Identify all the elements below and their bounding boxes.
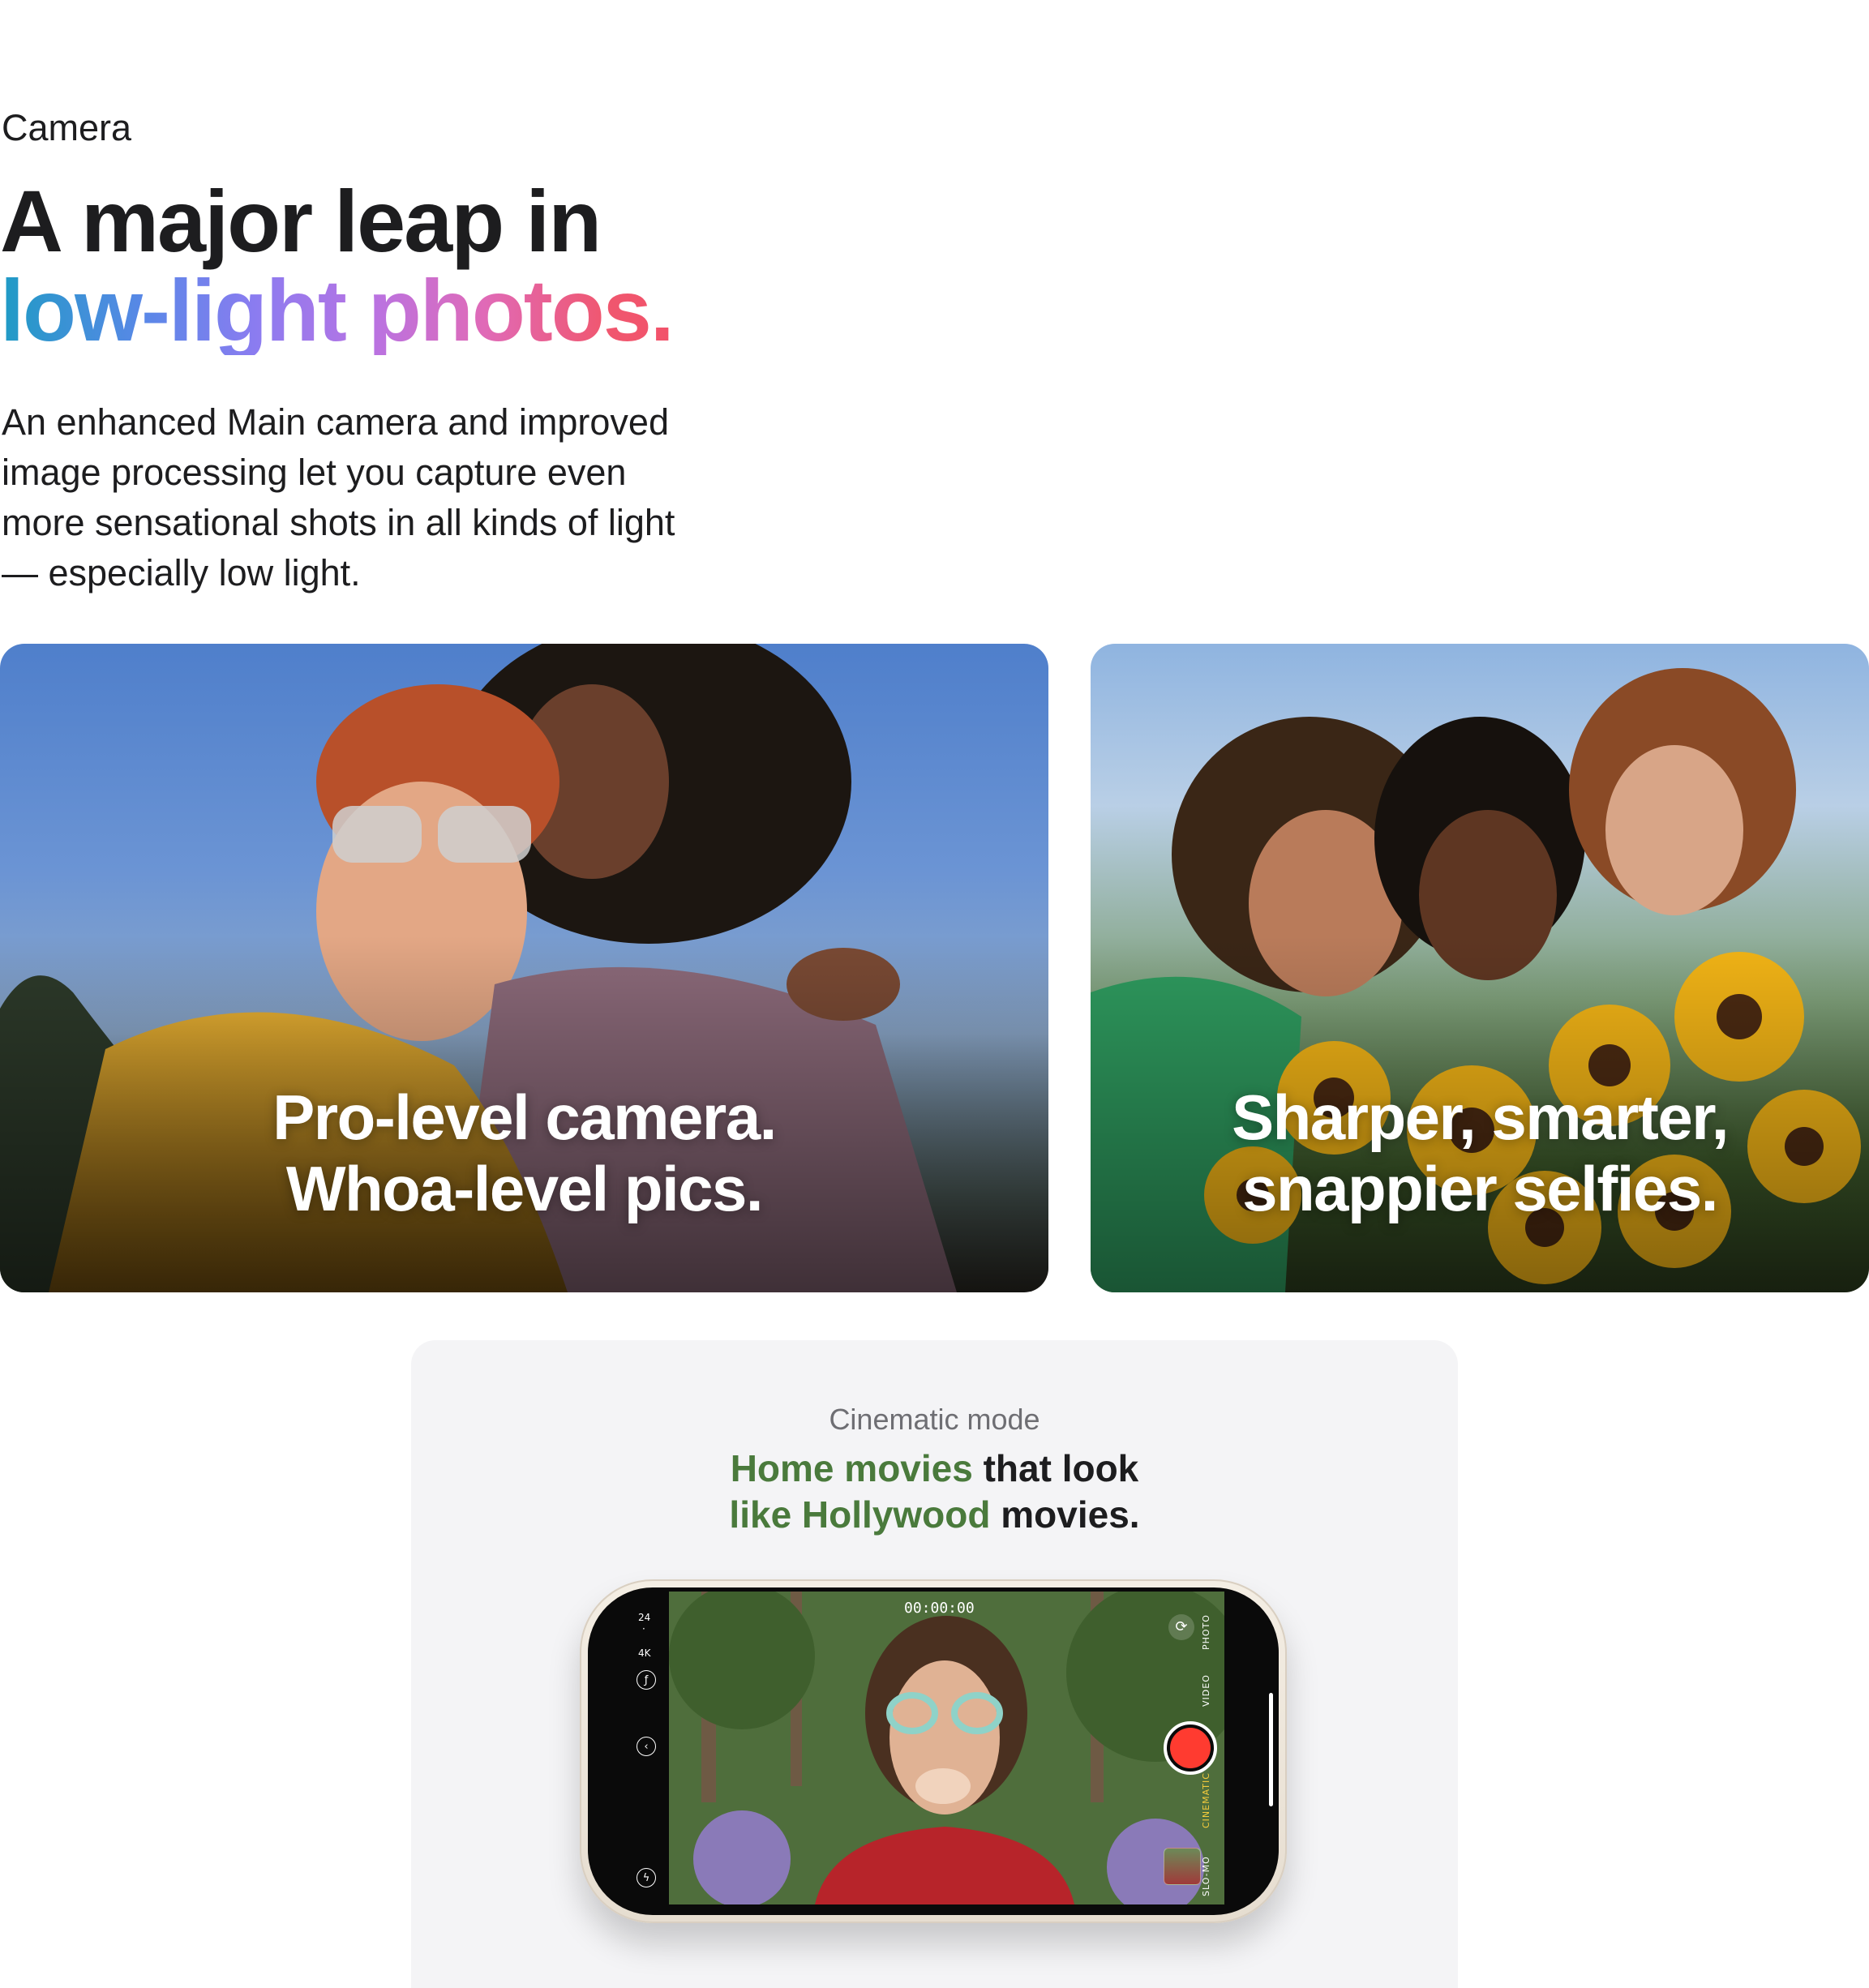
depth-f-icon[interactable]: ƒ (637, 1670, 656, 1690)
cinematic-headline-line-1: Home movies that look (411, 1446, 1458, 1492)
cinematic-headline-text-2: movies. (990, 1493, 1140, 1536)
mode-slo-mo[interactable]: SLO-MO (1201, 1856, 1211, 1896)
tile-caption-line-2: snappier selfies. (1242, 1153, 1718, 1224)
mode-photo[interactable]: PHOTO (1201, 1614, 1211, 1650)
home-indicator (1269, 1693, 1273, 1806)
iphone-mockup: 24 · 4K ƒ ‹ ϟ 00:00:00 SLO-MO CINEMATIC … (580, 1579, 1287, 1923)
flash-icon[interactable]: ϟ (637, 1868, 656, 1887)
chevron-left-icon[interactable]: ‹ (637, 1737, 656, 1756)
headline-line-2-gradient: low-light photos. (0, 261, 675, 359)
last-capture-thumbnail[interactable] (1164, 1848, 1201, 1885)
tile-pro-level-camera: Pro-level camera. Whoa-level pics. (0, 644, 1048, 1292)
frame-rate-label[interactable]: 24 (638, 1612, 650, 1623)
camera-viewfinder: 00:00:00 SLO-MO CINEMATIC VIDEO PHOTO ⟳ (669, 1592, 1224, 1904)
mode-video[interactable]: VIDEO (1201, 1674, 1211, 1707)
tile-selfies: Sharper, smarter, snappier selfies. (1091, 644, 1869, 1292)
phone-display: 24 · 4K ƒ ‹ ϟ 00:00:00 SLO-MO CINEMATIC … (588, 1587, 1279, 1915)
frame-rate-separator: · (642, 1623, 645, 1635)
cinematic-headline-accent-1: Home movies (730, 1447, 973, 1489)
cinematic-mode-card: Cinematic mode Home movies that look lik… (411, 1340, 1458, 1988)
tile-caption-line-2: Whoa-level pics. (285, 1153, 764, 1224)
record-button[interactable] (1164, 1721, 1217, 1775)
camera-left-controls: 24 · 4K ƒ ‹ ϟ (588, 1587, 669, 1915)
recording-timer: 00:00:00 (904, 1600, 975, 1617)
tile-caption: Sharper, smarter, snappier selfies. (1091, 1082, 1869, 1224)
tile-caption: Pro-level camera. Whoa-level pics. (0, 1082, 1048, 1224)
mode-cinematic[interactable]: CINEMATIC (1201, 1772, 1211, 1828)
cinematic-headline-text-1: that look (972, 1447, 1139, 1489)
cinematic-eyebrow: Cinematic mode (829, 1403, 1040, 1436)
tile-caption-line-1: Sharper, smarter, (1232, 1082, 1729, 1153)
section-headline: A major leap in low-light photos. (0, 172, 675, 359)
cinematic-headline-accent-2: like Hollywood (729, 1493, 991, 1536)
resolution-label[interactable]: 4K (638, 1647, 651, 1659)
headline-line-1: A major leap in (0, 172, 602, 270)
cinematic-headline: Home movies that look like Hollywood mov… (411, 1446, 1458, 1538)
section-intro: An enhanced Main camera and improved ima… (2, 401, 675, 593)
tile-caption-line-1: Pro-level camera. (272, 1082, 777, 1153)
cinematic-headline-line-2: like Hollywood movies. (411, 1492, 1458, 1538)
viewfinder-scene (669, 1592, 1224, 1904)
camera-flip-icon[interactable]: ⟳ (1168, 1614, 1194, 1640)
section-eyebrow: Camera (2, 107, 132, 148)
